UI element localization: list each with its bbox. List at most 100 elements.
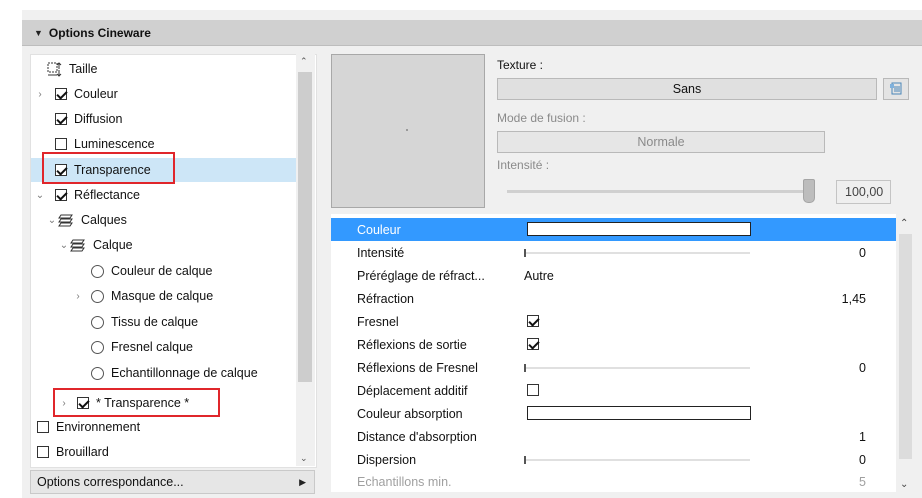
tree-item-diffusion[interactable]: Diffusion	[55, 107, 122, 131]
prop-row-dispersion[interactable]: Dispersion 0	[331, 448, 896, 471]
prop-row-fresnel-reflections[interactable]: Réflexions de Fresnel 0	[331, 356, 896, 379]
prop-value[interactable]: 1	[859, 430, 866, 444]
intensity-slider-thumb[interactable]	[803, 179, 815, 203]
color-swatch[interactable]	[527, 406, 751, 420]
prop-slider[interactable]	[524, 456, 750, 464]
prop-name: Dispersion	[357, 452, 417, 467]
prop-slider[interactable]	[524, 249, 750, 257]
scroll-down-icon[interactable]: ⌄	[300, 453, 308, 464]
prop-row-min-samples: Echantillons min. 5	[331, 470, 896, 492]
radio-icon	[91, 264, 104, 278]
radio-icon	[91, 315, 104, 329]
scrollbar-thumb[interactable]	[298, 72, 312, 382]
grid-scrollbar[interactable]: ⌃ ⌄	[896, 214, 915, 492]
checkbox[interactable]	[55, 88, 67, 100]
prop-value[interactable]: 1,45	[842, 292, 866, 306]
highlight-box	[53, 388, 220, 417]
prop-row-preset-refraction[interactable]: Préréglage de réfract... Autre	[331, 264, 896, 287]
scrollbar-thumb[interactable]	[899, 234, 912, 459]
intensity-value-field[interactable]: 100,00	[836, 180, 891, 204]
section-header[interactable]: ▼ Options Cineware	[22, 20, 922, 46]
checkbox[interactable]	[527, 338, 539, 350]
prop-value: 0	[859, 452, 866, 467]
color-swatch[interactable]	[527, 222, 751, 236]
tree-item-couleur[interactable]: › Couleur	[35, 82, 117, 106]
match-options-button[interactable]: Options correspondance... ▶	[30, 470, 315, 494]
tree-item-label: Environnement	[56, 420, 141, 434]
prop-row-absorption-distance[interactable]: Distance d'absorption 1	[331, 425, 896, 448]
tree-item-masque-de-calque[interactable]: › Masque de calque	[73, 284, 213, 308]
prop-row-couleur[interactable]: Couleur	[331, 218, 896, 241]
radio-icon	[91, 289, 104, 303]
property-grid: Couleur Intensité 0 Préréglage de réfrac…	[331, 214, 896, 492]
collapse-triangle-icon[interactable]: ▼	[34, 28, 43, 38]
checkbox[interactable]	[55, 138, 67, 150]
texture-library-button[interactable]	[883, 78, 909, 100]
tree-item-brouillard[interactable]: Brouillard	[37, 440, 109, 464]
tree-item-label: Couleur de calque	[111, 264, 213, 278]
tree-item-echantillonnage-de-calque[interactable]: Echantillonnage de calque	[91, 361, 258, 385]
checkbox[interactable]	[37, 421, 49, 433]
tree-item-calques[interactable]: ⌄ Calques	[47, 208, 127, 232]
expand-chevron-icon[interactable]: ⌄	[47, 215, 57, 226]
scroll-up-icon[interactable]: ⌃	[300, 56, 308, 67]
tree-item-label: Calque	[93, 238, 133, 252]
size-icon	[47, 61, 62, 77]
scroll-up-icon[interactable]: ⌃	[900, 218, 908, 229]
prop-name: Réfraction	[357, 291, 414, 306]
radio-icon	[91, 340, 104, 354]
expand-chevron-icon[interactable]: ⌄	[35, 190, 45, 201]
tree-item-tissu-de-calque[interactable]: Tissu de calque	[91, 310, 198, 334]
texture-select-button[interactable]: Sans	[497, 78, 877, 100]
prop-name: Réflexions de Fresnel	[357, 360, 478, 375]
intensity-slider-track[interactable]	[507, 190, 813, 193]
tree-item-label: Réflectance	[74, 188, 141, 202]
checkbox[interactable]	[527, 384, 539, 396]
scroll-down-icon[interactable]: ⌄	[900, 479, 908, 490]
tree-item-label: Echantillonnage de calque	[111, 366, 258, 380]
highlight-box	[42, 152, 175, 184]
tree-item-label: Diffusion	[74, 112, 123, 126]
tree-scrollbar[interactable]: ⌃ ⌄	[296, 54, 315, 466]
prop-row-exit-reflections[interactable]: Réflexions de sortie	[331, 333, 896, 356]
blend-mode-value: Normale	[637, 135, 685, 149]
intensity-label: Intensité :	[497, 158, 550, 172]
tree-item-calque[interactable]: ⌄ Calque	[59, 233, 133, 257]
submenu-arrow-icon: ▶	[299, 476, 306, 487]
checkbox[interactable]	[37, 446, 49, 458]
texture-value: Sans	[672, 82, 702, 96]
prop-row-fresnel[interactable]: Fresnel	[331, 310, 896, 333]
radio-icon	[91, 366, 104, 380]
prop-value[interactable]: Autre	[524, 269, 554, 283]
blend-mode-select[interactable]: Normale	[497, 131, 825, 153]
texture-preview	[331, 54, 485, 208]
prop-name: Couleur absorption	[357, 406, 463, 421]
prop-value: 5	[859, 474, 866, 489]
texture-label: Texture :	[497, 58, 544, 72]
tree-item-couleur-de-calque[interactable]: Couleur de calque	[91, 259, 212, 283]
tree-item-reflectance[interactable]: ⌄ Réflectance	[35, 183, 140, 207]
prop-row-absorption-color[interactable]: Couleur absorption	[331, 402, 896, 425]
tree-item-fresnel-calque[interactable]: Fresnel calque	[91, 335, 193, 359]
expand-chevron-icon[interactable]: ›	[73, 291, 83, 302]
prop-row-intensite[interactable]: Intensité 0	[331, 241, 896, 264]
prop-row-refraction[interactable]: Réfraction 1,45	[331, 287, 896, 310]
blend-mode-label: Mode de fusion :	[497, 111, 586, 125]
checkbox[interactable]	[55, 113, 67, 125]
layer-icon	[69, 238, 86, 252]
expand-chevron-icon[interactable]: ›	[35, 89, 45, 100]
prop-name: Préréglage de réfract...	[357, 268, 485, 283]
prop-value: 0	[859, 245, 866, 260]
tree-item-label: Fresnel calque	[111, 340, 193, 354]
prop-row-additive[interactable]: Déplacement additif	[331, 379, 896, 402]
prop-slider[interactable]	[524, 364, 750, 372]
prop-name: Réflexions de sortie	[357, 337, 467, 352]
checkbox[interactable]	[527, 315, 539, 327]
tree-item-environnement[interactable]: Environnement	[37, 415, 140, 439]
checkbox[interactable]	[55, 189, 67, 201]
tree-item-label: Tissu de calque	[111, 315, 199, 329]
expand-chevron-icon[interactable]: ⌄	[59, 240, 69, 251]
prop-name: Déplacement additif	[357, 383, 468, 398]
tree-item-taille[interactable]: Taille	[37, 57, 98, 81]
library-icon	[889, 81, 903, 98]
